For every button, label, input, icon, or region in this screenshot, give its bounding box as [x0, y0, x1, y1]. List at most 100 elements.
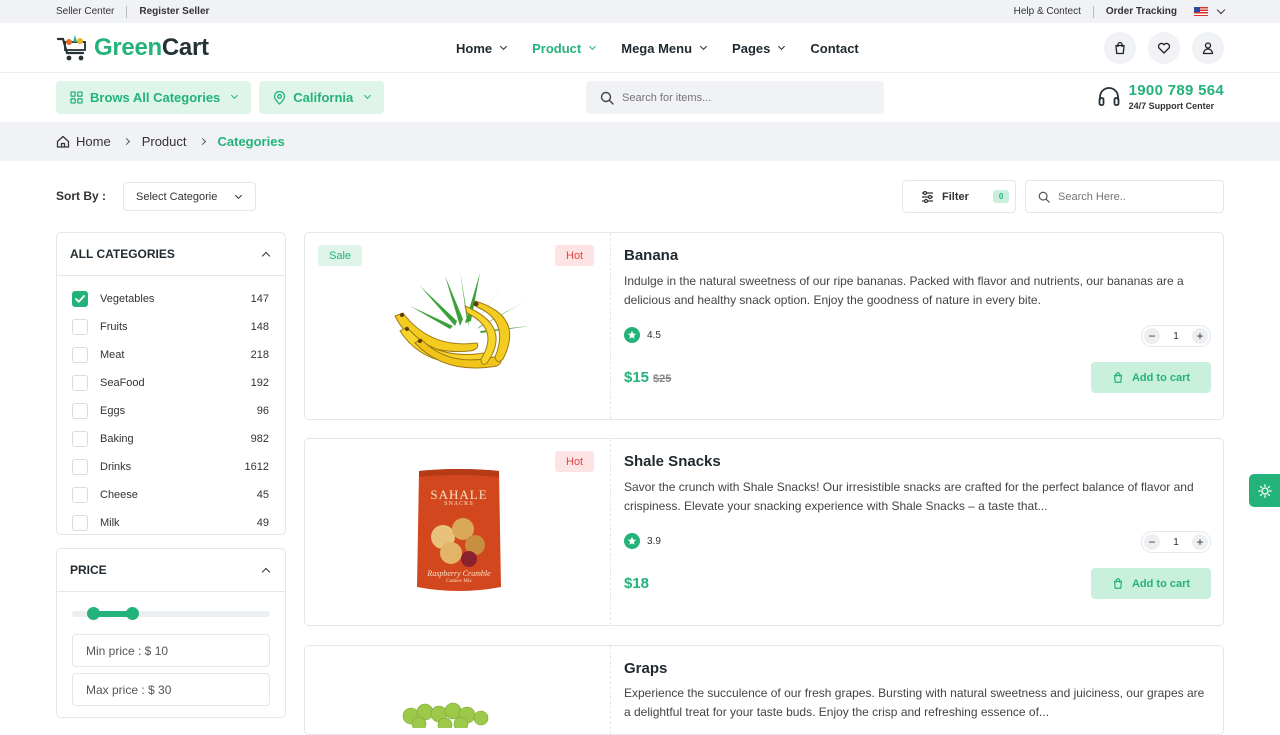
- category-row[interactable]: SeaFood 192: [57, 369, 285, 397]
- nav-item-home[interactable]: Home: [456, 41, 508, 56]
- chevron-down-icon: [778, 42, 786, 50]
- add-to-cart-label: Add to cart: [1131, 371, 1191, 384]
- nav-item-pages[interactable]: Pages: [732, 40, 786, 56]
- category-checkbox[interactable]: [72, 459, 88, 475]
- check-icon: [75, 295, 85, 303]
- quantity-value[interactable]: 1: [1173, 331, 1179, 342]
- increase-quantity-button[interactable]: +: [1192, 328, 1208, 344]
- product-image-area[interactable]: Hot SAHALE SNACKS Raspberry Crumble Cash…: [305, 439, 611, 625]
- product-description: Savor the crunch with Shale Snacks! Our …: [624, 480, 1194, 513]
- order-tracking-link[interactable]: Order Tracking: [1106, 6, 1177, 17]
- product-title[interactable]: Graps: [624, 660, 1211, 677]
- price-panel-header[interactable]: PRICE: [57, 549, 285, 592]
- sort-select[interactable]: Select Categorie: [123, 182, 256, 211]
- category-row[interactable]: Milk 49: [57, 509, 285, 537]
- cart-button[interactable]: [1104, 32, 1136, 64]
- filter-count-badge: 0: [992, 190, 1010, 203]
- current-price: $18: [624, 575, 650, 592]
- user-icon: [1202, 42, 1214, 55]
- browse-categories-button[interactable]: Brows All Categories: [56, 81, 252, 114]
- chevron-down-icon: [364, 91, 372, 100]
- product-card: Graps Experience the succulence of our f…: [304, 645, 1224, 735]
- max-price-field[interactable]: Max price : $ 30: [72, 673, 270, 706]
- product-description: Indulge in the natural sweetness of our …: [624, 274, 1184, 307]
- breadcrumb-home[interactable]: Home: [76, 134, 111, 149]
- location-pin-icon: [274, 90, 286, 105]
- language-selector[interactable]: [1194, 5, 1226, 16]
- chevron-down-icon: [1216, 5, 1226, 14]
- account-button[interactable]: [1192, 32, 1224, 64]
- home-icon: [56, 135, 70, 148]
- product-title[interactable]: Shale Snacks: [624, 453, 1211, 470]
- product-title[interactable]: Banana: [624, 247, 1211, 264]
- decrease-quantity-button[interactable]: −: [1144, 328, 1160, 344]
- category-row[interactable]: Meat 218: [57, 341, 285, 369]
- category-row[interactable]: Baking 982: [57, 425, 285, 453]
- category-checkbox[interactable]: [72, 403, 88, 419]
- category-row[interactable]: Cheese 45: [57, 481, 285, 509]
- nav-item-product[interactable]: Product: [532, 41, 597, 56]
- seller-center-link[interactable]: Seller Center: [56, 6, 114, 17]
- category-row[interactable]: Vegetables 147: [57, 285, 285, 313]
- price-range-slider[interactable]: [72, 607, 270, 620]
- product-info: Shale Snacks Savor the crunch with Shale…: [624, 453, 1211, 516]
- quantity-value[interactable]: 1: [1173, 537, 1179, 548]
- star-icon: [624, 533, 640, 549]
- nav-item-contact[interactable]: Contact: [810, 41, 858, 56]
- category-checkbox[interactable]: [72, 347, 88, 363]
- category-checkbox[interactable]: [72, 515, 88, 531]
- nav-label: Pages: [732, 40, 771, 56]
- register-seller-link[interactable]: Register Seller: [139, 6, 209, 17]
- wishlist-button[interactable]: [1148, 32, 1180, 64]
- product-info: Graps Experience the succulence of our f…: [624, 660, 1211, 722]
- category-checkbox[interactable]: [72, 375, 88, 391]
- nav-item-mega-menu[interactable]: Mega Menu: [621, 41, 708, 56]
- add-to-cart-button[interactable]: Add to cart: [1091, 568, 1211, 599]
- decrease-quantity-button[interactable]: −: [1144, 534, 1160, 550]
- product-description: Experience the succulence of our fresh g…: [624, 686, 1205, 719]
- category-name: Vegetables: [100, 293, 155, 305]
- logo-text: GreenCart: [94, 34, 209, 62]
- category-name: Fruits: [100, 321, 128, 333]
- filter-button[interactable]: Filter 0: [902, 180, 1016, 213]
- price-max-handle[interactable]: [126, 607, 139, 620]
- category-row[interactable]: Fruits 148: [57, 313, 285, 341]
- location-button[interactable]: California: [259, 81, 385, 114]
- category-checkbox[interactable]: [72, 291, 88, 307]
- global-search-input[interactable]: [622, 91, 862, 104]
- hot-badge: Hot: [555, 245, 595, 266]
- logo[interactable]: GreenCart: [56, 33, 209, 63]
- product-image-area[interactable]: Sale Hot: [305, 233, 611, 419]
- chevron-down-icon: [500, 42, 508, 50]
- category-checkbox[interactable]: [72, 487, 88, 503]
- category-count: 49: [256, 517, 269, 529]
- nav-label: Contact: [810, 40, 859, 56]
- categories-panel-header[interactable]: ALL CATEGORIES: [57, 233, 285, 276]
- browse-categories-label: Brows All Categories: [90, 90, 221, 105]
- add-to-cart-button[interactable]: Add to cart: [1091, 362, 1211, 393]
- location-label: California: [293, 90, 354, 105]
- support-phone[interactable]: 1900 789 564: [1129, 82, 1224, 99]
- chevron-down-icon: [231, 91, 239, 100]
- category-row[interactable]: Drinks 1612: [57, 453, 285, 481]
- product-price: $15 $25: [624, 369, 671, 386]
- theme-toggle-button[interactable]: [1249, 474, 1280, 507]
- price-body: Min price : $ 10 Max price : $ 30: [57, 592, 285, 706]
- sun-icon: [1257, 483, 1272, 498]
- category-row[interactable]: Eggs 96: [57, 397, 285, 425]
- help-contact-link[interactable]: Help & Contect: [1014, 6, 1081, 17]
- breadcrumb-categories: Categories: [217, 134, 285, 149]
- category-checkbox[interactable]: [72, 431, 88, 447]
- category-checkbox[interactable]: [72, 319, 88, 335]
- logo-text-green: Green: [94, 33, 162, 61]
- increase-quantity-button[interactable]: +: [1192, 534, 1208, 550]
- package-label: SAHALE SNACKS Raspberry Crumble Cashew M…: [413, 467, 505, 599]
- min-price-field[interactable]: Min price : $ 10: [72, 634, 270, 667]
- chevron-down-icon: [234, 191, 243, 200]
- product-image-area[interactable]: [305, 646, 611, 734]
- price-title: PRICE: [70, 563, 107, 577]
- breadcrumb-product[interactable]: Product: [142, 134, 187, 149]
- divider: [1092, 5, 1094, 18]
- listing-search-input[interactable]: [1058, 190, 1208, 203]
- price-min-handle[interactable]: [87, 607, 100, 620]
